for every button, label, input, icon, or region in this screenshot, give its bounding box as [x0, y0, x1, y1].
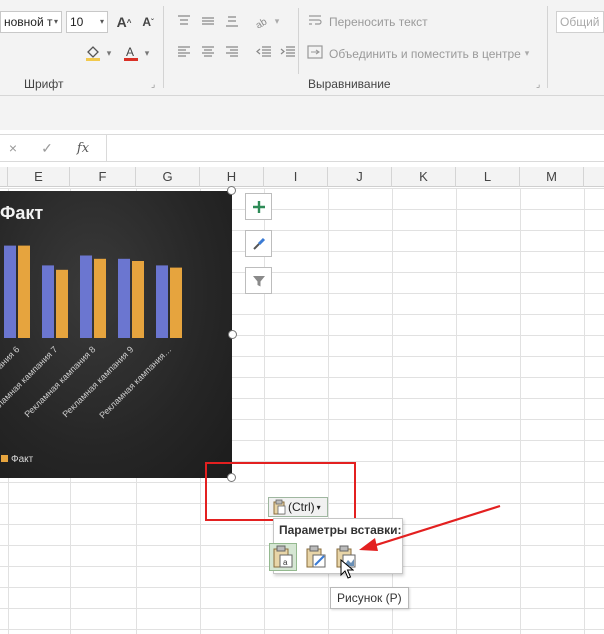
- column-header-j[interactable]: J: [328, 167, 392, 187]
- chart-elements-button[interactable]: [245, 193, 272, 220]
- font-group-label: Шрифт: [24, 77, 64, 91]
- merge-icon[interactable]: [306, 43, 324, 61]
- resize-handle[interactable]: [227, 186, 236, 195]
- chart-filters-icon: [252, 275, 265, 286]
- clipboard-icon: [273, 499, 286, 515]
- orientation-icon[interactable]: ab: [252, 12, 272, 30]
- chart-bar[interactable]: [42, 265, 54, 338]
- fill-color-icon[interactable]: [82, 42, 104, 64]
- font-color-icon[interactable]: A: [120, 42, 142, 64]
- gridline: [584, 188, 585, 634]
- column-header-partial[interactable]: [0, 167, 8, 187]
- number-format-value: Общий: [560, 15, 600, 29]
- chevron-down-icon: ▾: [316, 502, 321, 512]
- gridline: [520, 188, 521, 634]
- chart-styles-button[interactable]: [245, 230, 272, 257]
- align-center-icon[interactable]: [198, 43, 218, 61]
- chart-bar[interactable]: [94, 258, 106, 338]
- paste-ctrl-label: (Ctrl): [288, 500, 315, 514]
- cancel-icon[interactable]: ×: [2, 139, 24, 157]
- chart-elements-icon: [252, 200, 265, 213]
- paste-options-button[interactable]: (Ctrl) ▾: [268, 497, 328, 517]
- column-header-f[interactable]: F: [70, 167, 136, 187]
- chevron-down-icon[interactable]: ▾: [522, 46, 532, 60]
- chart-bar[interactable]: [18, 245, 30, 338]
- align-middle-icon[interactable]: [198, 12, 218, 30]
- divider: [163, 6, 164, 88]
- ribbon: новной т ▾ 10 ▾ A ^ Aˇ ▾ A ▾ Шрифт ⌟ ab ▾…: [0, 0, 604, 96]
- divider: [547, 6, 548, 88]
- chart-bar[interactable]: [118, 258, 130, 338]
- decrease-font-icon[interactable]: Aˇ: [138, 11, 158, 33]
- svg-text:a: a: [283, 558, 288, 567]
- wrap-text-label[interactable]: Переносить текст: [329, 15, 428, 29]
- column-header-row: E F G H I J K L M: [0, 167, 604, 187]
- column-header-e[interactable]: E: [8, 167, 70, 187]
- font-name-value: новной т: [4, 15, 53, 29]
- chart-category-label: Рекламная кампания 9: [60, 344, 135, 419]
- svg-text:A: A: [126, 45, 134, 59]
- number-format-box[interactable]: Общий: [556, 11, 604, 33]
- chart-bar[interactable]: [80, 255, 92, 339]
- font-size-box[interactable]: 10 ▾: [66, 11, 108, 33]
- dialog-launcher-icon[interactable]: ⌟: [536, 79, 540, 90]
- ribbon-spacer: [0, 96, 604, 130]
- chart-bar[interactable]: [156, 265, 168, 338]
- paste-destination-theme-option[interactable]: [302, 543, 330, 571]
- column-header-k[interactable]: K: [392, 167, 456, 187]
- align-left-icon[interactable]: [174, 43, 194, 61]
- font-size-value: 10: [70, 15, 84, 29]
- column-header-m[interactable]: M: [520, 167, 584, 187]
- gridline: [456, 188, 457, 634]
- paste-keep-formatting-icon: a: [273, 545, 293, 568]
- mouse-cursor-icon: [340, 559, 354, 579]
- paste-destination-theme-icon: [306, 545, 326, 568]
- font-name-box[interactable]: новной т ▾: [0, 11, 62, 33]
- paste-keep-formatting-option[interactable]: a: [269, 543, 297, 571]
- divider: [298, 8, 299, 74]
- chart-object[interactable]: Факт …5Рекламная кампания 6Рекламная кам…: [0, 191, 232, 478]
- paste-picture-tooltip: Рисунок (Р): [330, 587, 409, 609]
- chart-bar[interactable]: [4, 245, 16, 338]
- chart-styles-icon: [252, 237, 265, 250]
- formula-bar: × ✓ fx: [0, 134, 604, 162]
- alignment-group-label: Выравнивание: [308, 77, 391, 91]
- chart-bar[interactable]: [56, 269, 68, 338]
- enter-icon[interactable]: ✓: [36, 139, 58, 157]
- increase-indent-icon[interactable]: [278, 43, 298, 61]
- column-header-h[interactable]: H: [200, 167, 264, 187]
- align-top-icon[interactable]: [174, 12, 194, 30]
- column-header-l[interactable]: L: [456, 167, 520, 187]
- chart-category-label: Рекламная кампания…: [97, 344, 173, 420]
- align-right-icon[interactable]: [222, 43, 242, 61]
- chevron-down-icon[interactable]: ▾: [142, 44, 152, 62]
- resize-handle[interactable]: [228, 330, 237, 339]
- wrap-text-icon[interactable]: [306, 12, 324, 30]
- chart-category-label: Рекламная кампания 8: [22, 344, 97, 419]
- insert-function-icon[interactable]: fx: [72, 139, 94, 157]
- legend-swatch: [1, 455, 8, 462]
- chart-bar[interactable]: [132, 261, 144, 338]
- decrease-indent-icon[interactable]: [254, 43, 274, 61]
- chevron-down-icon: ▾: [99, 17, 104, 26]
- column-header-g[interactable]: G: [136, 167, 200, 187]
- formula-input[interactable]: [106, 135, 604, 161]
- chevron-down-icon[interactable]: ▾: [272, 14, 282, 28]
- svg-text:ab: ab: [254, 16, 269, 28]
- legend-label: Факт: [11, 454, 34, 465]
- chevron-down-icon[interactable]: ▾: [104, 44, 114, 62]
- align-bottom-icon[interactable]: [222, 12, 242, 30]
- chevron-down-icon: ▾: [53, 17, 58, 26]
- column-header-i[interactable]: I: [264, 167, 328, 187]
- merge-label[interactable]: Объединить и поместить в центре: [329, 47, 521, 61]
- chart-filters-button[interactable]: [245, 267, 272, 294]
- annotation-arrow: [359, 504, 501, 551]
- chart-bar[interactable]: [170, 267, 182, 338]
- increase-font-icon[interactable]: A ^: [114, 11, 134, 33]
- dialog-launcher-icon[interactable]: ⌟: [151, 79, 155, 90]
- chart-plot[interactable]: …5Рекламная кампания 6Рекламная кампания…: [0, 191, 232, 478]
